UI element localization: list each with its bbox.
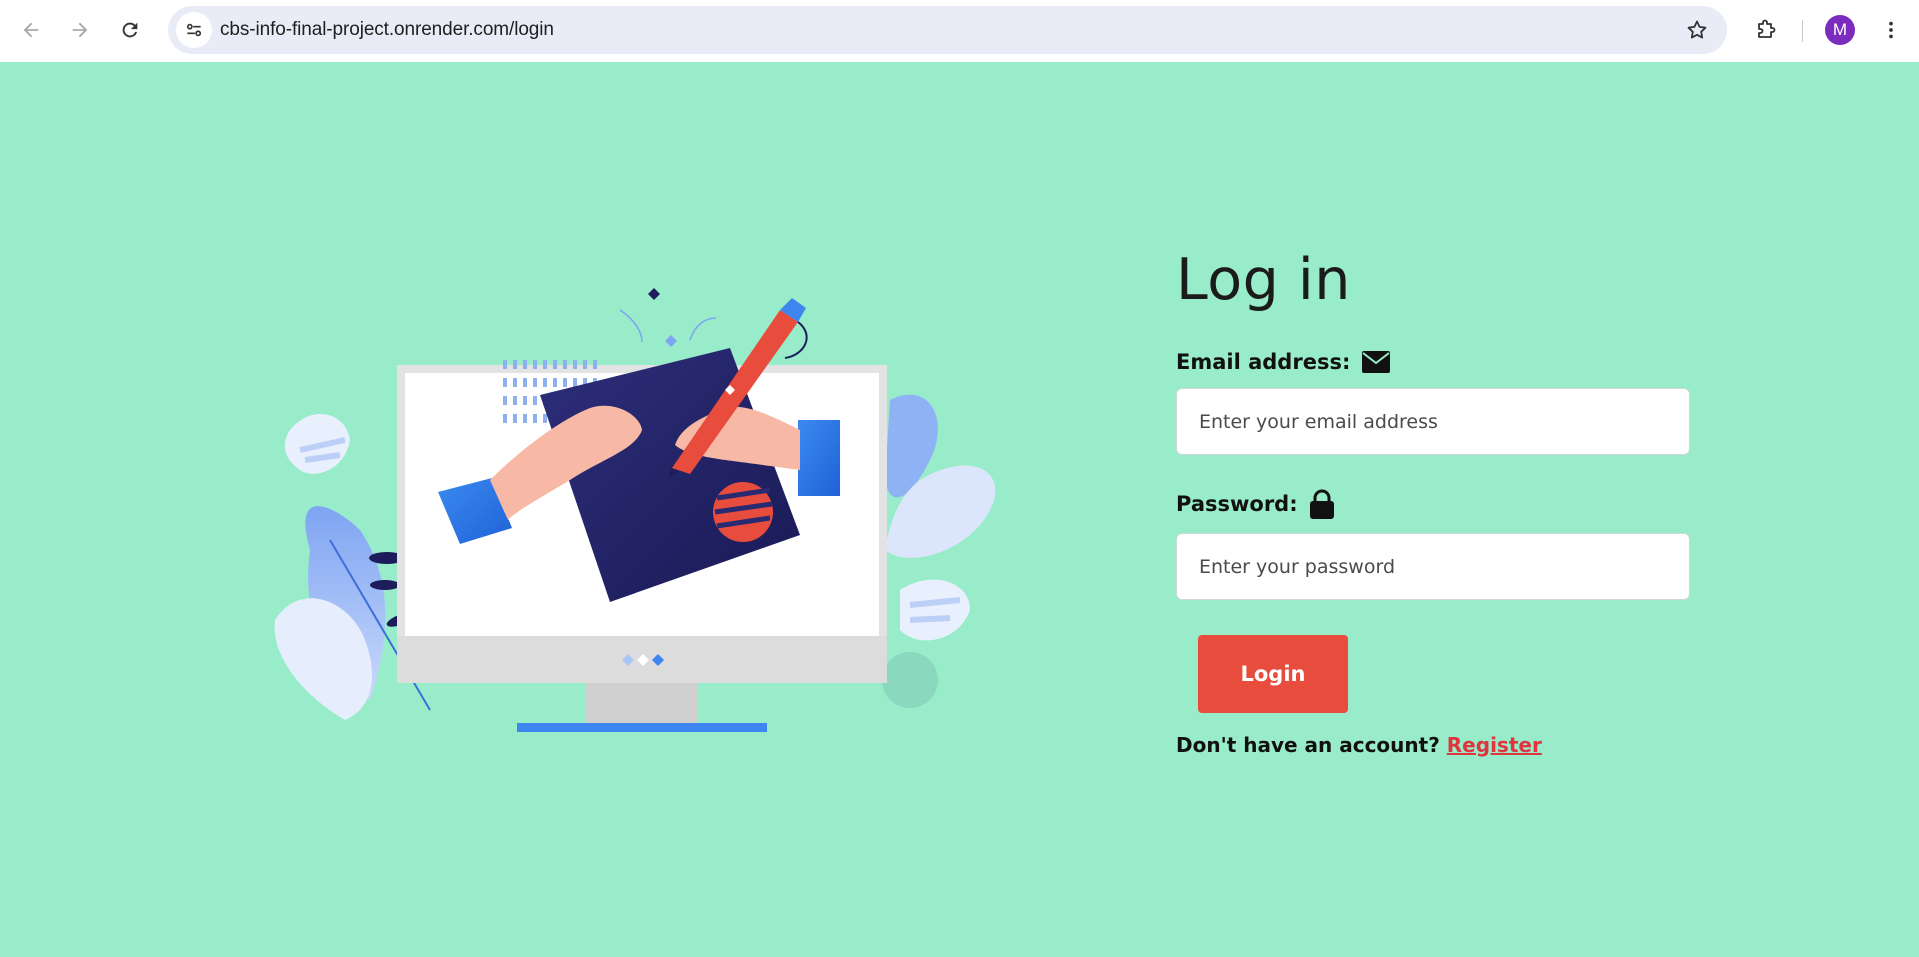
back-arrow-icon [23, 22, 39, 38]
lock-icon [1309, 489, 1334, 519]
more-menu-icon [1889, 21, 1893, 39]
email-label-text: Email address: [1176, 350, 1351, 374]
password-label: Password: [1176, 489, 1696, 519]
back-button[interactable] [13, 12, 49, 48]
bookmark-star-icon[interactable] [1685, 18, 1709, 42]
extensions-button[interactable] [1748, 12, 1784, 48]
extensions-icon [1758, 19, 1776, 38]
sparkles [619, 288, 717, 347]
reload-icon [122, 22, 138, 38]
password-label-text: Password: [1176, 492, 1298, 516]
email-label: Email address: [1176, 350, 1696, 374]
plant-right [882, 394, 996, 708]
page-title: Log in [1176, 247, 1351, 313]
register-link[interactable]: Register [1447, 733, 1542, 757]
login-illustration [274, 288, 996, 732]
site-info-button[interactable] [176, 12, 212, 48]
toolbar-divider [1802, 20, 1803, 42]
register-prompt-text: Don't have an account? [1176, 733, 1440, 757]
email-input[interactable] [1176, 388, 1690, 455]
login-form: Log in Email address: Password: Login Do… [1176, 240, 1696, 757]
envelope-icon [1362, 351, 1391, 373]
login-button[interactable]: Login [1198, 635, 1348, 713]
browser-toolbar: cbs-info-final-project.onrender.com/logi… [0, 0, 1919, 62]
site-info-icon [186, 23, 202, 37]
address-bar[interactable]: cbs-info-final-project.onrender.com/logi… [168, 6, 1727, 54]
forward-button[interactable] [62, 12, 98, 48]
register-prompt: Don't have an account? Register [1176, 733, 1696, 757]
password-input[interactable] [1176, 533, 1690, 600]
more-menu-button[interactable] [1873, 12, 1909, 48]
profile-avatar[interactable]: M [1825, 15, 1855, 45]
reload-button[interactable] [112, 12, 148, 48]
forward-arrow-icon [72, 22, 88, 38]
url-text[interactable]: cbs-info-final-project.onrender.com/logi… [220, 19, 554, 41]
